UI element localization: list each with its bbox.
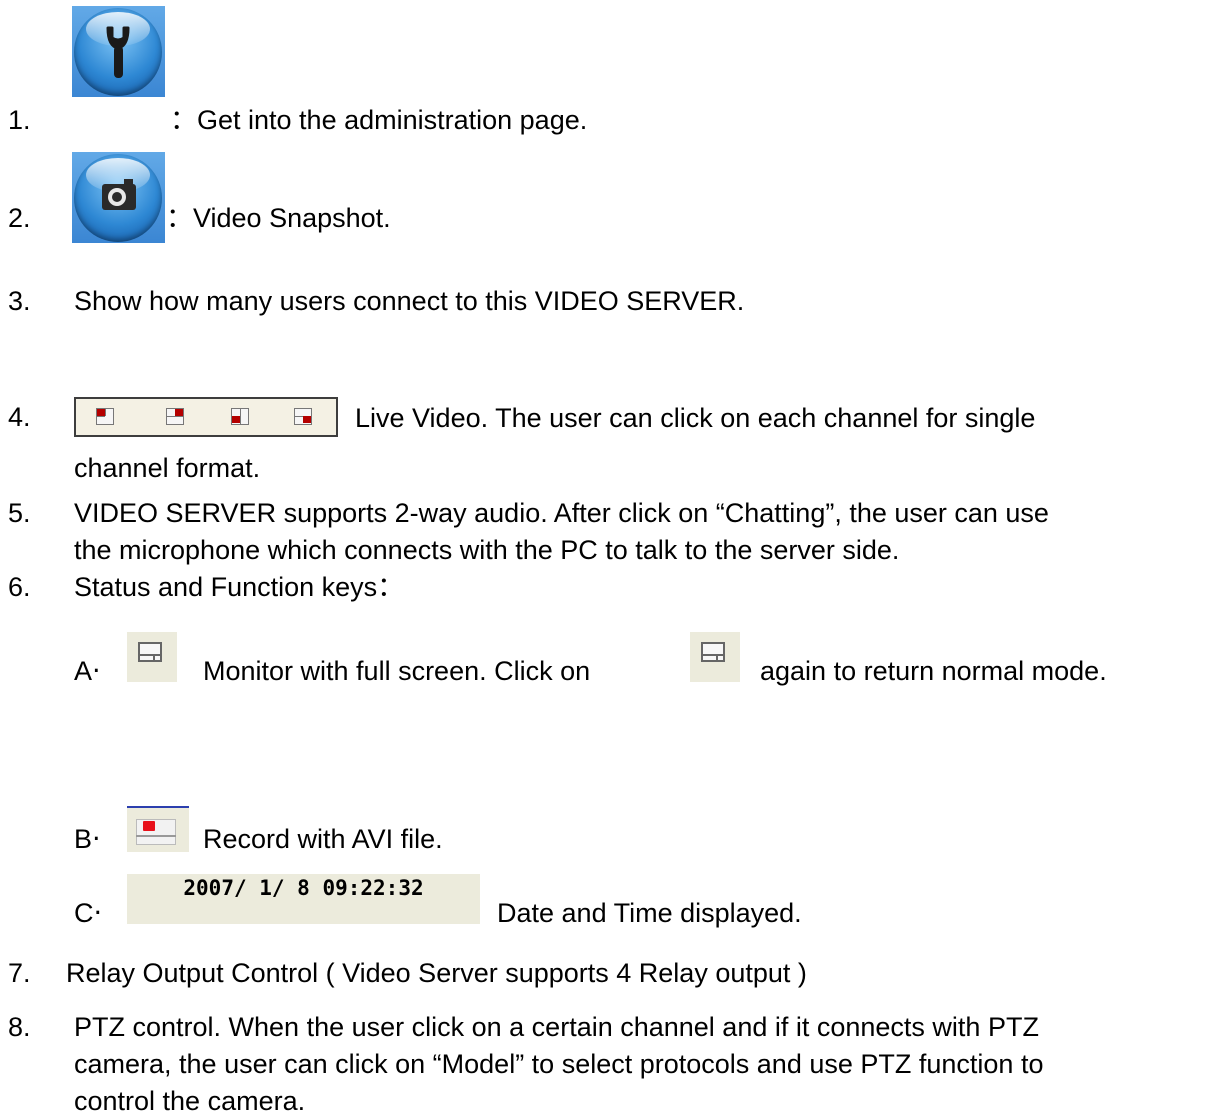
wrench-icon[interactable] <box>72 6 165 97</box>
record-icon[interactable] <box>127 806 189 852</box>
list-item-text: Show how many users connect to this VIDE… <box>74 286 745 316</box>
list-item-text-cont: control the camera. <box>74 1086 306 1116</box>
list-item-text: ：Get into the administration page. <box>170 105 588 135</box>
list-number: 8. <box>8 1012 31 1042</box>
list-number: 7. <box>8 958 31 988</box>
list-item-text: ：Video Snapshot. <box>166 203 391 233</box>
sub-item-text: Monitor with full screen. Click on <box>203 656 591 686</box>
fullscreen-icon[interactable] <box>690 632 740 682</box>
list-item-text: Status and Function keys： <box>74 572 405 602</box>
sub-item-letter: A‧ <box>74 656 101 686</box>
sub-item-text: Date and Time displayed. <box>497 898 802 928</box>
list-number: 2. <box>8 203 31 233</box>
datetime-text: 2007/ 1/ 8 09:22:32 <box>183 876 424 900</box>
datetime-display: 2007/ 1/ 8 09:22:32 <box>127 874 480 924</box>
split-view-toolbar <box>74 397 338 437</box>
list-number: 5. <box>8 498 31 528</box>
list-number: 6. <box>8 572 31 602</box>
list-number: 3. <box>8 286 31 316</box>
list-item-text-cont: the microphone which connects with the P… <box>74 535 900 565</box>
split-quad-1-icon[interactable] <box>96 408 114 425</box>
sub-item-text-after: again to return normal mode. <box>760 656 1107 686</box>
sub-item-letter: B‧ <box>74 824 101 854</box>
list-item-text: PTZ control. When the user click on a ce… <box>74 1012 1039 1042</box>
split-quad-2-icon[interactable] <box>166 408 184 425</box>
list-item-text: Live Video. The user can click on each c… <box>355 403 1036 433</box>
split-quad-3-icon[interactable] <box>231 408 249 425</box>
list-item-text-cont: camera, the user can click on “Model” to… <box>74 1049 1044 1079</box>
camera-icon[interactable] <box>72 152 165 243</box>
sub-item-letter: C‧ <box>74 898 103 928</box>
split-quad-4-icon[interactable] <box>294 408 312 425</box>
fullscreen-icon[interactable] <box>127 632 177 682</box>
list-number: 4. <box>8 402 31 432</box>
list-number: 1. <box>8 105 31 135</box>
sub-item-text: Record with AVI file. <box>203 824 443 854</box>
list-item-text: Relay Output Control ( Video Server supp… <box>66 958 807 988</box>
list-item-text: VIDEO SERVER supports 2-way audio. After… <box>74 498 1049 528</box>
list-item-text-cont: channel format. <box>74 453 261 483</box>
